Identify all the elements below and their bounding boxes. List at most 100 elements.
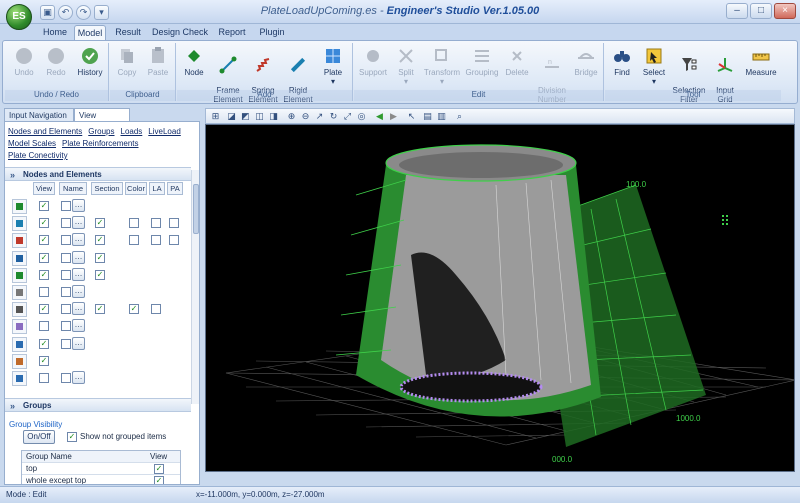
- tab-plugin[interactable]: Plugin: [254, 25, 290, 40]
- tab-home[interactable]: Home: [38, 25, 72, 40]
- find-button[interactable]: Find: [607, 46, 637, 77]
- view-checkbox[interactable]: ✓: [39, 235, 49, 246]
- redo-button[interactable]: Redo: [41, 46, 71, 77]
- la-checkbox[interactable]: [151, 304, 161, 315]
- link-nodes-and-elements[interactable]: Nodes and Elements: [8, 127, 82, 136]
- copy-button[interactable]: Copy: [113, 46, 141, 77]
- name-options-button[interactable]: …: [72, 250, 85, 264]
- color-checkbox[interactable]: [129, 218, 139, 229]
- view-checkbox[interactable]: ✓: [39, 218, 49, 229]
- pan-icon[interactable]: ↗: [314, 111, 325, 122]
- back-icon[interactable]: ◀: [374, 111, 385, 122]
- transform-button[interactable]: Transform ▾: [422, 46, 462, 86]
- name-checkbox[interactable]: [61, 201, 71, 211]
- name-options-button[interactable]: …: [72, 199, 85, 212]
- view-checkbox[interactable]: ✓: [39, 269, 49, 280]
- zoom-out-icon[interactable]: ⊖: [300, 111, 311, 122]
- show-not-grouped-checkbox[interactable]: ✓: [67, 432, 77, 442]
- pa-checkbox[interactable]: [169, 235, 179, 246]
- name-options-button[interactable]: …: [72, 233, 85, 247]
- tab-result[interactable]: Result: [110, 25, 146, 40]
- name-options-button[interactable]: …: [72, 302, 85, 316]
- close-button[interactable]: ×: [774, 3, 796, 19]
- pa-checkbox[interactable]: [169, 218, 179, 229]
- reset-view-icon[interactable]: ◎: [356, 111, 367, 122]
- view-checkbox[interactable]: ✓: [39, 201, 49, 211]
- view-front-icon[interactable]: ◪: [226, 111, 237, 122]
- view-top-icon[interactable]: ◫: [254, 111, 265, 122]
- split-button[interactable]: Split ▾: [392, 46, 420, 86]
- view-checkbox[interactable]: [39, 321, 49, 332]
- onoff-button[interactable]: On/Off: [23, 430, 55, 444]
- tab-model[interactable]: Model: [74, 25, 106, 40]
- snapshot-icon[interactable]: ▤: [422, 111, 433, 122]
- rotate-icon[interactable]: ↻: [328, 111, 339, 122]
- name-checkbox[interactable]: [61, 304, 71, 315]
- tab-input-navigation[interactable]: Input Navigation: [4, 108, 74, 122]
- groups-header[interactable]: » Groups: [5, 398, 191, 412]
- minimize-button[interactable]: –: [726, 3, 748, 19]
- tab-design-check[interactable]: Design Check: [150, 25, 210, 40]
- section-checkbox[interactable]: ✓: [95, 218, 105, 229]
- group-view-checkbox[interactable]: ✓: [154, 464, 164, 474]
- fit-view-icon[interactable]: ⤢: [342, 111, 353, 122]
- name-checkbox[interactable]: [61, 218, 71, 229]
- delete-button[interactable]: Delete: [502, 46, 532, 77]
- plate-button[interactable]: Plate ▾: [317, 46, 349, 86]
- la-checkbox[interactable]: [151, 218, 161, 229]
- history-button[interactable]: History: [73, 46, 107, 77]
- link-plate-conectivity[interactable]: Plate Conectivity: [8, 151, 68, 160]
- node-button[interactable]: Node: [179, 46, 209, 77]
- view-checkbox[interactable]: ✓: [39, 252, 49, 263]
- section-checkbox[interactable]: ✓: [95, 252, 105, 263]
- name-checkbox[interactable]: [61, 321, 71, 332]
- name-options-button[interactable]: …: [72, 267, 85, 281]
- view-checkbox[interactable]: ✓: [39, 355, 49, 366]
- view-iso-icon[interactable]: ◨: [268, 111, 279, 122]
- select-all-icon[interactable]: ⊞: [210, 111, 221, 122]
- la-checkbox[interactable]: [151, 235, 161, 246]
- table-row[interactable]: whole except top ✓: [22, 475, 180, 484]
- link-plate-reinforcements[interactable]: Plate Reinforcements: [62, 139, 138, 148]
- view-checkbox[interactable]: [39, 287, 49, 297]
- model-viewport[interactable]: 100.0 1000.0 000.0: [205, 124, 795, 472]
- app-logo[interactable]: ES: [6, 4, 32, 30]
- search-view-icon[interactable]: ⌕: [454, 111, 465, 122]
- measure-button[interactable]: Measure: [743, 46, 779, 77]
- paste-button[interactable]: Paste: [144, 46, 172, 77]
- name-options-button[interactable]: …: [72, 371, 85, 384]
- link-model-scales[interactable]: Model Scales: [8, 139, 56, 148]
- view-checkbox[interactable]: ✓: [39, 304, 49, 315]
- name-options-button[interactable]: …: [72, 285, 85, 298]
- name-checkbox[interactable]: [61, 338, 71, 349]
- section-checkbox[interactable]: ✓: [95, 304, 105, 315]
- table-row[interactable]: top ✓: [22, 463, 180, 475]
- settings-view-icon[interactable]: ▥: [436, 111, 447, 122]
- tab-report[interactable]: Report: [214, 25, 250, 40]
- name-checkbox[interactable]: [61, 252, 71, 263]
- support-button[interactable]: Support: [356, 46, 390, 77]
- bridge-button[interactable]: Bridge: [570, 46, 602, 77]
- tab-view-settings[interactable]: View Settings: [74, 108, 130, 133]
- model-canvas[interactable]: 100.0 1000.0 000.0: [206, 125, 795, 472]
- name-checkbox[interactable]: [61, 373, 71, 383]
- name-options-button[interactable]: …: [72, 336, 85, 350]
- view-side-icon[interactable]: ◩: [240, 111, 251, 122]
- name-checkbox[interactable]: [61, 235, 71, 246]
- grouping-button[interactable]: Grouping: [464, 46, 500, 77]
- view-checkbox[interactable]: ✓: [39, 338, 49, 349]
- scrollbar-thumb[interactable]: [193, 184, 199, 234]
- name-options-button[interactable]: …: [72, 216, 85, 230]
- name-options-button[interactable]: …: [72, 319, 85, 333]
- section-checkbox[interactable]: ✓: [95, 269, 105, 280]
- zoom-in-icon[interactable]: ⊕: [286, 111, 297, 122]
- select-button[interactable]: Select ▾: [639, 46, 669, 86]
- link-groups[interactable]: Groups: [88, 127, 114, 136]
- section-checkbox[interactable]: ✓: [95, 235, 105, 246]
- link-loads[interactable]: Loads: [121, 127, 143, 136]
- link-liveload[interactable]: LiveLoad: [148, 127, 180, 136]
- view-checkbox[interactable]: [39, 373, 49, 383]
- group-view-checkbox[interactable]: ✓: [154, 476, 164, 484]
- name-checkbox[interactable]: [61, 269, 71, 280]
- forward-icon[interactable]: ▶: [388, 111, 399, 122]
